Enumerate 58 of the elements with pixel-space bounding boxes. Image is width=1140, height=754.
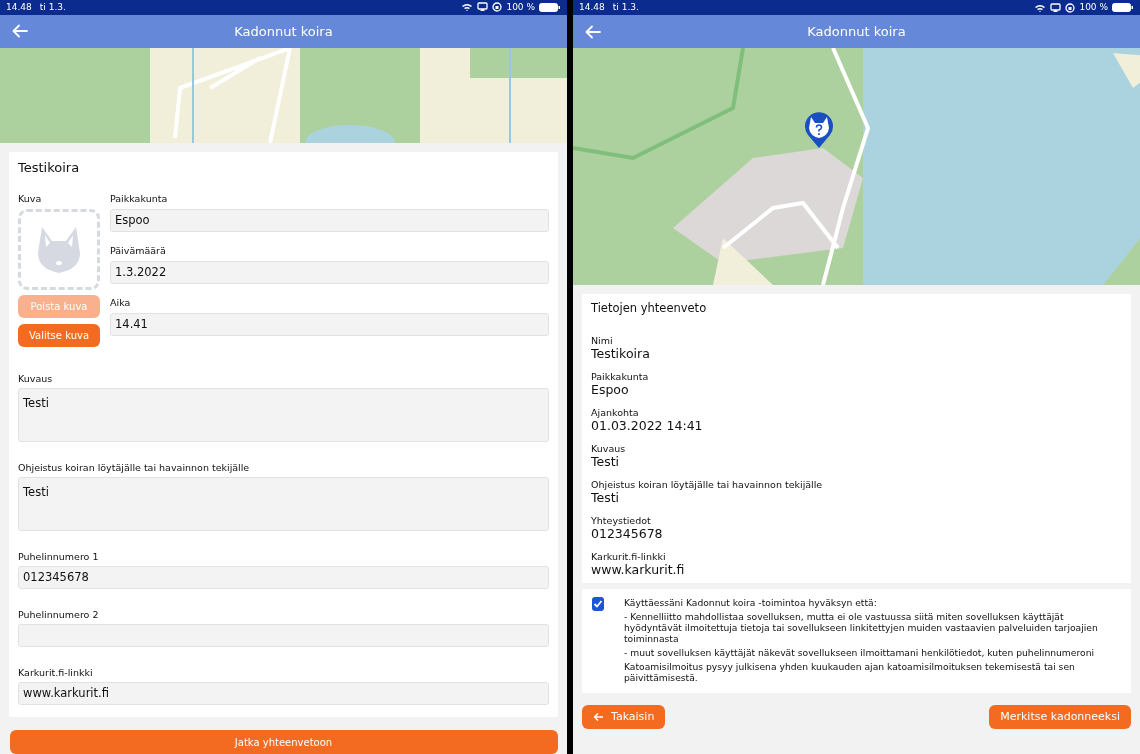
wifi-icon — [1034, 2, 1047, 13]
summary-label: Ajankohta — [591, 407, 640, 419]
field-label: Karkurit.fi-linkki — [18, 667, 94, 680]
summary-label: Nimi — [591, 335, 614, 347]
consent-checkbox[interactable] — [592, 597, 604, 612]
screen-title: Kadonnut koira — [233, 22, 334, 41]
screen-title: Kadonnut koira — [806, 22, 907, 41]
input-field[interactable]: Espoo — [110, 209, 549, 233]
lock-rotation-icon — [1065, 2, 1076, 13]
field-label: Puhelinnumero 2 — [18, 609, 100, 622]
summary-value: 01.03.2022 14:41 — [591, 418, 704, 434]
field-label: Aika — [110, 297, 132, 310]
back-arrow-icon[interactable] — [585, 24, 601, 39]
summary-value: Testi — [591, 490, 621, 506]
screen-icon — [477, 2, 489, 13]
field-label: Paikkakunta — [110, 193, 169, 206]
consent-text: Katoamisilmoitus pysyy julkisena yhden kuukauden ajan katoamisilmoituksen tekemisestä tai sen päivittämisestä. — [624, 661, 1076, 684]
text-area[interactable]: Testi — [18, 388, 549, 443]
consent-text: - Kennelliitto mahdollistaa sovelluksen, mutta ei ole vastuussa siitä miten sovelluksen käyttäjät hyödyntävät ilmoitettuja tietoja tai sovellukseen linkitettyjen muiden vastaavien palveluiden tarjoajien toiminnasta — [624, 611, 1099, 645]
status-time: 14.48 — [6, 0, 32, 14]
input-field[interactable]: www.karkurit.fi — [18, 682, 549, 706]
summary-value: Espoo — [591, 382, 630, 398]
input-field[interactable]: 14.41 — [110, 313, 549, 337]
status-date: ti 1.3. — [612, 0, 639, 14]
status-date: ti 1.3. — [39, 0, 66, 14]
field-label: Kuvaus — [18, 373, 54, 386]
input-field[interactable]: 012345678 — [18, 566, 549, 590]
input-field[interactable] — [18, 624, 549, 648]
consent-text: - muut sovelluksen käyttäjät näkevät sovellukseen ilmoittamani henkilötiedot, kuten puhelinnumeroni — [624, 647, 1096, 659]
arrow-left-icon — [593, 712, 604, 723]
field-label: Ohjeistus koiran löytäjälle tai havainnon tekijälle — [18, 462, 251, 475]
form-title: Testikoira — [18, 158, 81, 177]
summary-label: Ohjeistus koiran löytäjälle tai havainnon tekijälle — [591, 479, 824, 491]
battery-percent: 100 % — [1079, 0, 1108, 14]
screen-icon — [1050, 2, 1062, 13]
battery-percent: 100 % — [506, 0, 535, 14]
lock-rotation-icon — [492, 2, 503, 13]
summary-value: Testi — [591, 454, 621, 470]
field-label: Päivämäärä — [110, 245, 167, 258]
wifi-icon — [461, 2, 474, 13]
battery-icon — [1112, 3, 1134, 12]
summary-value: www.karkurit.fi — [591, 562, 686, 578]
summary-title: Tietojen yhteenveto — [591, 300, 708, 317]
field-label: Kuva — [18, 193, 43, 206]
summary-value: Testikoira — [591, 346, 651, 362]
back-arrow-icon[interactable] — [12, 24, 28, 39]
field-label: Puhelinnumero 1 — [18, 551, 100, 564]
text-area[interactable]: Testi — [18, 477, 549, 532]
summary-label: Kuvaus — [591, 443, 627, 455]
map-pin-icon[interactable] — [803, 110, 835, 150]
battery-icon — [539, 2, 561, 12]
input-field[interactable]: 1.3.2022 — [110, 261, 549, 285]
summary-label: Karkurit.fi-linkki — [591, 551, 667, 563]
summary-label: Paikkakunta — [591, 371, 650, 383]
status-time: 14.48 — [579, 0, 605, 14]
summary-value: 012345678 — [591, 526, 664, 542]
summary-label: Yhteystiedot — [591, 515, 652, 527]
consent-text: Käyttäessäni Kadonnut koira -toimintoa hyväksyn että: — [624, 597, 878, 609]
